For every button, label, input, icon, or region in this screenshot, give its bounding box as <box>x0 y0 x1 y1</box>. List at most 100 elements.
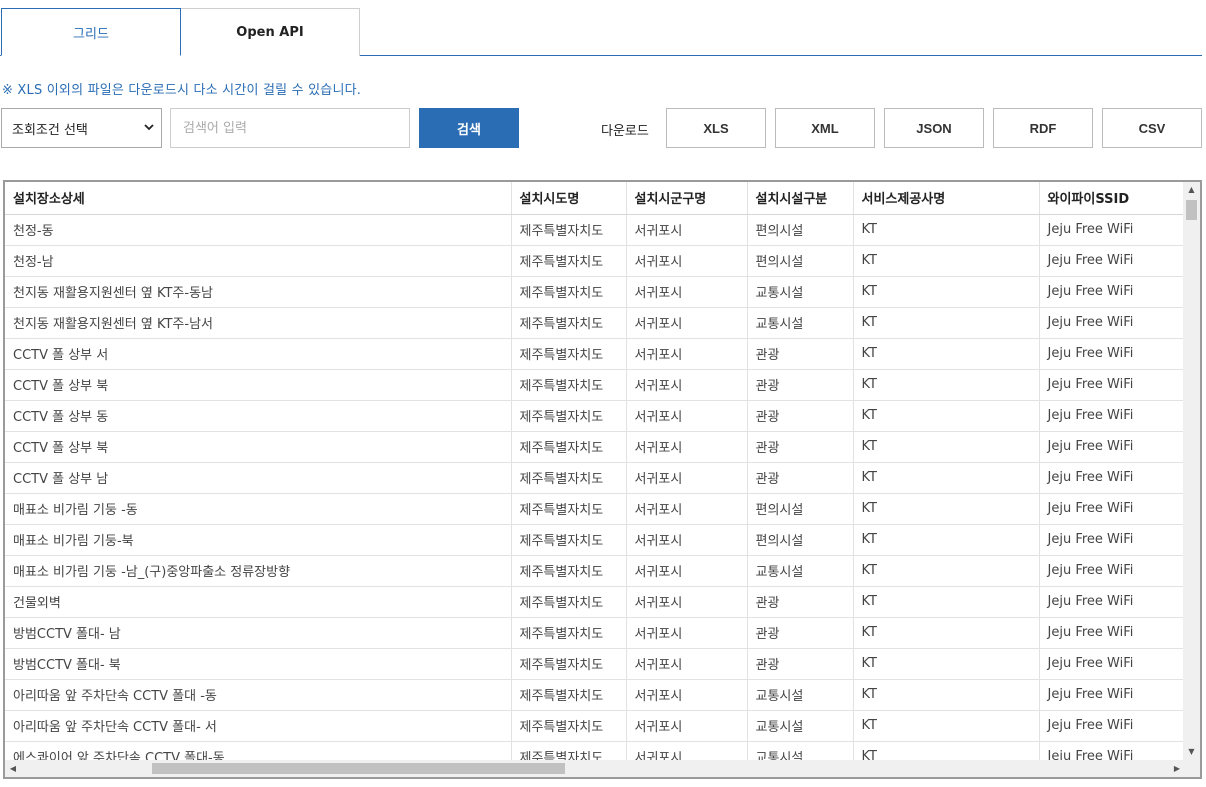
cell-city: 서귀포시 <box>626 338 748 370</box>
table-row[interactable]: CCTV 폴 상부 북 제주특별자치도 서귀포시 관광 KT Jeju Free WiFi <box>5 431 1185 463</box>
cell-location-detail: 매표소 비가림 기둥 -남_(구)중앙파출소 정류장방향 <box>5 555 512 587</box>
cell-location-detail: CCTV 폴 상부 서 <box>5 338 512 370</box>
table-row[interactable]: 방범CCTV 폴대- 남 제주특별자치도 서귀포시 관광 KT Jeju Free WiF… <box>5 617 1185 649</box>
cell-city: 서귀포시 <box>626 493 748 525</box>
vertical-scrollbar[interactable]: ▲ ▼ <box>1183 182 1200 760</box>
cell-location-detail: 천지동 재활용지원센터 옆 KT주-동남 <box>5 276 512 308</box>
cell-provider: KT <box>853 431 1040 463</box>
table-row[interactable]: 천정-남 제주특별자치도 서귀포시 편의시설 KT Jeju Free WiFi <box>5 245 1185 277</box>
cell-facility-type: 교통시설 <box>747 307 854 339</box>
cell-facility-type: 관광 <box>747 431 854 463</box>
column-header-provider[interactable]: 서비스제공사명 <box>853 182 1040 215</box>
cell-facility-type: 관광 <box>747 462 854 494</box>
horizontal-scrollbar[interactable]: ◀ ▶ <box>5 760 1185 777</box>
column-header-facility-type[interactable]: 설치시설구분 <box>747 182 854 215</box>
tab-open-api[interactable]: Open API <box>180 8 360 56</box>
cell-city: 서귀포시 <box>626 555 748 587</box>
cell-provider: KT <box>853 679 1040 711</box>
cell-facility-type: 관광 <box>747 648 854 680</box>
download-xls-button[interactable]: XLS <box>666 108 766 148</box>
column-header-ssid[interactable]: 와이파이SSID <box>1039 182 1185 215</box>
cell-location-detail: 방범CCTV 폴대- 남 <box>5 617 512 649</box>
download-rdf-button[interactable]: RDF <box>993 108 1093 148</box>
cell-location-detail: CCTV 폴 상부 남 <box>5 462 512 494</box>
table-row[interactable]: 방범CCTV 폴대- 북 제주특별자치도 서귀포시 관광 KT Jeju Free WiF… <box>5 648 1185 680</box>
table-row[interactable]: 매표소 비가림 기둥 -남_(구)중앙파출소 정류장방향 제주특별자치도 서귀포시 교… <box>5 555 1185 587</box>
download-json-button[interactable]: JSON <box>884 108 984 148</box>
cell-provider: KT <box>853 617 1040 649</box>
download-xml-button[interactable]: XML <box>775 108 875 148</box>
cell-ssid: Jeju Free WiFi <box>1039 338 1185 370</box>
cell-provider: KT <box>853 555 1040 587</box>
search-input[interactable] <box>170 108 410 148</box>
cell-provider: KT <box>853 710 1040 742</box>
table-row[interactable]: 아리따움 앞 주차단속 CCTV 폴대 -동 제주특별자치도 서귀포시 교통시설 KT J… <box>5 679 1185 711</box>
tab-grid[interactable]: 그리드 <box>1 8 181 56</box>
cell-provider: KT <box>853 524 1040 556</box>
cell-provider: KT <box>853 648 1040 680</box>
column-header-city[interactable]: 설치시군구명 <box>626 182 748 215</box>
cell-province: 제주특별자치도 <box>511 276 627 308</box>
cell-province: 제주특별자치도 <box>511 555 627 587</box>
table-row[interactable]: 매표소 비가림 기둥-북 제주특별자치도 서귀포시 편의시설 KT Jeju Free W… <box>5 524 1185 556</box>
table-row[interactable]: 매표소 비가림 기둥 -동 제주특별자치도 서귀포시 편의시설 KT Jeju Free … <box>5 493 1185 525</box>
vertical-scroll-thumb[interactable] <box>1186 200 1197 220</box>
download-csv-button[interactable]: CSV <box>1102 108 1202 148</box>
cell-ssid: Jeju Free WiFi <box>1039 276 1185 308</box>
table-row[interactable]: CCTV 폴 상부 동 제주특별자치도 서귀포시 관광 KT Jeju Free WiFi <box>5 400 1185 432</box>
table-row[interactable]: 건물외벽 제주특별자치도 서귀포시 관광 KT Jeju Free WiFi <box>5 586 1185 618</box>
cell-city: 서귀포시 <box>626 431 748 463</box>
table-row[interactable]: CCTV 폴 상부 남 제주특별자치도 서귀포시 관광 KT Jeju Free WiFi <box>5 462 1185 494</box>
cell-province: 제주특별자치도 <box>511 369 627 401</box>
grid-header-row: 설치장소상세 설치시도명 설치시군구명 설치시설구분 서비스제공사명 와이파이S… <box>5 182 1185 215</box>
table-row[interactable]: CCTV 폴 상부 북 제주특별자치도 서귀포시 관광 KT Jeju Free WiFi <box>5 369 1185 401</box>
cell-province: 제주특별자치도 <box>511 586 627 618</box>
table-row[interactable]: 천지동 재활용지원센터 옆 KT주-남서 제주특별자치도 서귀포시 교통시설 KT Jej… <box>5 307 1185 339</box>
table-row[interactable]: CCTV 폴 상부 서 제주특별자치도 서귀포시 관광 KT Jeju Free WiFi <box>5 338 1185 370</box>
cell-province: 제주특별자치도 <box>511 462 627 494</box>
cell-facility-type: 교통시설 <box>747 741 854 760</box>
cell-city: 서귀포시 <box>626 307 748 339</box>
cell-province: 제주특별자치도 <box>511 524 627 556</box>
cell-location-detail: CCTV 폴 상부 북 <box>5 431 512 463</box>
cell-ssid: Jeju Free WiFi <box>1039 462 1185 494</box>
cell-province: 제주특별자치도 <box>511 214 627 246</box>
table-row[interactable]: 천지동 재활용지원센터 옆 KT주-동남 제주특별자치도 서귀포시 교통시설 KT Jej… <box>5 276 1185 308</box>
scroll-left-icon[interactable]: ◀ <box>5 760 21 777</box>
cell-province: 제주특별자치도 <box>511 431 627 463</box>
tab-bar: 그리드 Open API <box>0 8 1202 56</box>
scroll-up-icon[interactable]: ▲ <box>1183 182 1200 198</box>
cell-province: 제주특별자치도 <box>511 338 627 370</box>
cell-city: 서귀포시 <box>626 400 748 432</box>
search-button[interactable]: 검색 <box>419 108 519 148</box>
cell-facility-type: 관광 <box>747 400 854 432</box>
cell-province: 제주특별자치도 <box>511 648 627 680</box>
cell-location-detail: CCTV 폴 상부 동 <box>5 400 512 432</box>
table-row[interactable]: 천정-동 제주특별자치도 서귀포시 편의시설 KT Jeju Free WiFi <box>5 214 1185 246</box>
cell-location-detail: 천정-동 <box>5 214 512 246</box>
search-condition-select[interactable]: 조회조건 선택 <box>1 108 162 148</box>
cell-province: 제주특별자치도 <box>511 307 627 339</box>
cell-location-detail: 건물외벽 <box>5 586 512 618</box>
download-label: 다운로드 <box>601 124 649 139</box>
cell-city: 서귀포시 <box>626 462 748 494</box>
column-header-location-detail[interactable]: 설치장소상세 <box>5 182 512 215</box>
horizontal-scroll-thumb[interactable] <box>152 763 565 774</box>
grid-viewport: 설치장소상세 설치시도명 설치시군구명 설치시설구분 서비스제공사명 와이파이S… <box>5 182 1185 760</box>
cell-ssid: Jeju Free WiFi <box>1039 431 1185 463</box>
cell-ssid: Jeju Free WiFi <box>1039 245 1185 277</box>
column-header-province[interactable]: 설치시도명 <box>511 182 627 215</box>
cell-city: 서귀포시 <box>626 586 748 618</box>
cell-facility-type: 교통시설 <box>747 555 854 587</box>
cell-ssid: Jeju Free WiFi <box>1039 493 1185 525</box>
cell-location-detail: 에스콰이어 앞 주차단속 CCTV 폴대-동 <box>5 741 512 760</box>
cell-province: 제주특별자치도 <box>511 710 627 742</box>
cell-ssid: Jeju Free WiFi <box>1039 400 1185 432</box>
cell-province: 제주특별자치도 <box>511 245 627 277</box>
search-condition-value: 조회조건 선택 <box>12 122 88 138</box>
scroll-down-icon[interactable]: ▼ <box>1183 744 1200 760</box>
table-row[interactable]: 아리따움 앞 주차단속 CCTV 폴대- 서 제주특별자치도 서귀포시 교통시설 KT J… <box>5 710 1185 742</box>
table-row[interactable]: 에스콰이어 앞 주차단속 CCTV 폴대-동 제주특별자치도 서귀포시 교통시설 KT J… <box>5 741 1185 760</box>
cell-provider: KT <box>853 245 1040 277</box>
cell-location-detail: 천정-남 <box>5 245 512 277</box>
